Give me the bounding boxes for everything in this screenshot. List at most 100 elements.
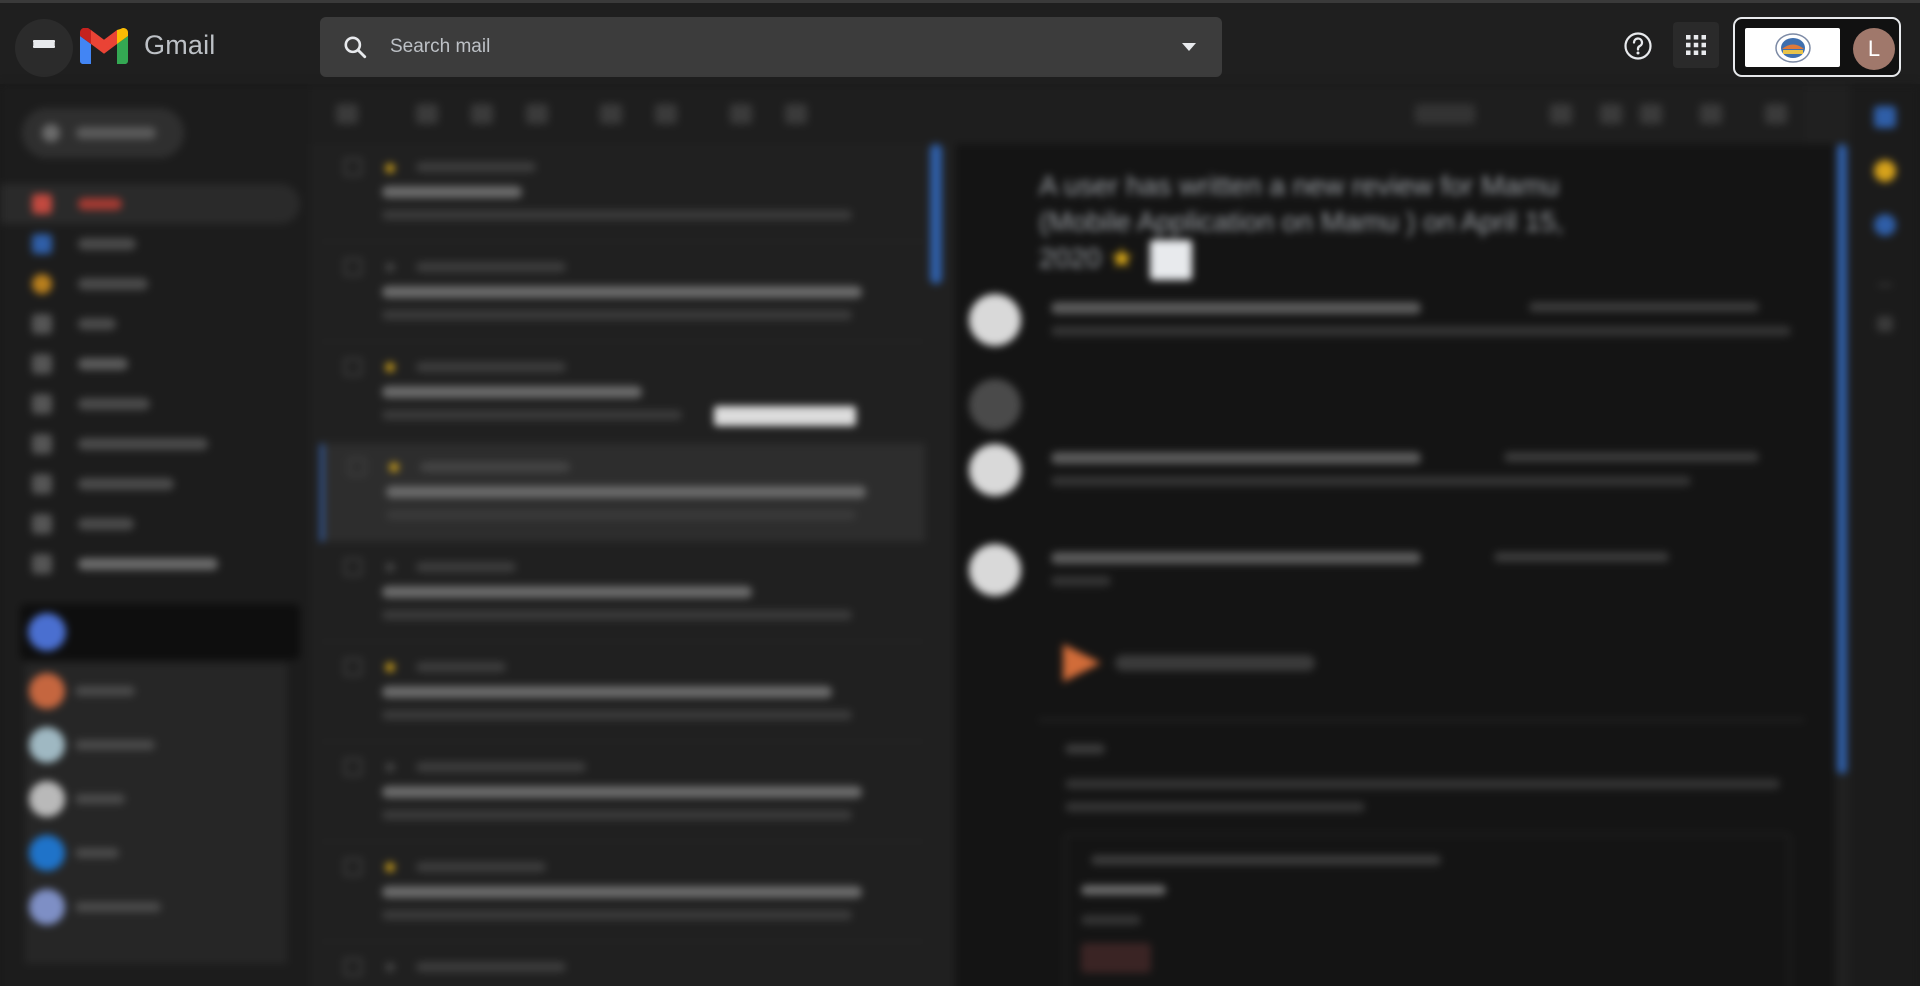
row-checkbox[interactable] (344, 858, 362, 876)
row-checkbox[interactable] (344, 558, 362, 576)
mail-snippet (382, 810, 852, 820)
compose-button[interactable] (22, 108, 184, 158)
thread-message-expanded[interactable] (969, 544, 1819, 614)
tasks-icon[interactable] (1874, 214, 1896, 236)
sidebar-item-starred[interactable] (0, 224, 300, 264)
mail-row[interactable]: ★ (320, 244, 925, 342)
star-icon[interactable]: ★ (382, 757, 398, 778)
row-checkbox[interactable] (344, 258, 362, 276)
gmail-logo-icon[interactable] (80, 28, 128, 64)
organization-logo (1745, 28, 1840, 67)
split-pane-icon[interactable] (1640, 104, 1662, 124)
recipient-line (1051, 576, 1111, 586)
sidebar-item-label-4[interactable] (0, 504, 300, 544)
keep-icon[interactable] (1874, 160, 1896, 182)
sidebar-item-label (78, 318, 116, 330)
thread-message[interactable] (969, 294, 1819, 364)
star-icon[interactable]: ★ (382, 158, 398, 179)
select-all-checkbox[interactable] (336, 104, 358, 124)
mail-row[interactable]: ★ (320, 744, 925, 842)
reply-button[interactable] (1081, 943, 1151, 973)
account-avatar[interactable]: L (1853, 28, 1895, 70)
chat-status-header[interactable] (20, 604, 300, 660)
app-name[interactable]: Gmail (144, 30, 216, 61)
sidebar-item-label (78, 558, 218, 570)
search-icon[interactable] (342, 34, 368, 60)
sidebar-item-snoozed[interactable] (0, 264, 300, 304)
reading-pane-scrollbar[interactable] (1837, 144, 1847, 774)
chat-contact[interactable] (25, 718, 287, 772)
inbox-label-badge[interactable] (1149, 240, 1192, 280)
star-icon[interactable]: ★ (382, 557, 398, 578)
search-input[interactable] (390, 27, 1150, 67)
chat-contact[interactable] (25, 772, 287, 826)
mail-list-scrollbar[interactable] (930, 144, 942, 284)
archive-icon[interactable] (416, 104, 438, 124)
mail-row-selected[interactable]: ★ (320, 444, 925, 542)
row-checkbox[interactable] (344, 358, 362, 376)
delete-icon[interactable] (526, 104, 548, 124)
account-switcher[interactable]: L (1733, 17, 1901, 77)
row-checkbox[interactable] (348, 458, 366, 476)
chat-contact[interactable] (25, 880, 287, 934)
mail-subject (382, 786, 862, 798)
star-icon[interactable]: ★ (382, 957, 398, 978)
message-time (1494, 552, 1669, 562)
sidebar-item-sent[interactable] (0, 304, 300, 344)
row-checkbox[interactable] (344, 658, 362, 676)
sidebar-item-label-3[interactable] (0, 464, 300, 504)
chat-contact[interactable] (25, 664, 287, 718)
sidebar-item-drafts[interactable] (0, 344, 300, 384)
previous-page-icon[interactable] (1550, 104, 1572, 124)
star-icon[interactable]: ★ (386, 457, 402, 478)
snooze-icon[interactable] (655, 104, 677, 124)
mail-row[interactable]: ★ (320, 544, 925, 642)
mail-row[interactable]: ★ (320, 644, 925, 742)
attachment-chip[interactable] (714, 406, 856, 426)
review-box (1065, 834, 1790, 995)
next-page-icon[interactable] (1600, 104, 1622, 124)
mail-snippet (382, 910, 852, 920)
sidebar-item-label-2[interactable] (0, 424, 300, 464)
main-menu-button[interactable] (15, 19, 73, 77)
sidebar-item-label-1[interactable] (0, 384, 300, 424)
message-sender (1051, 452, 1421, 464)
settings-icon[interactable] (1765, 104, 1787, 124)
sidebar-item-label (78, 478, 174, 490)
star-icon[interactable]: ★ (382, 357, 398, 378)
star-icon[interactable]: ★ (382, 257, 398, 278)
report-spam-icon[interactable] (471, 104, 493, 124)
calendar-icon[interactable] (1874, 106, 1896, 128)
mail-row[interactable]: ★ (320, 144, 925, 242)
thread-message[interactable] (969, 444, 1819, 514)
sidebar-item-inbox[interactable] (0, 184, 300, 224)
chat-contact-list (25, 664, 287, 964)
search-options-button[interactable] (1178, 36, 1200, 58)
row-checkbox[interactable] (344, 758, 362, 776)
row-checkbox[interactable] (344, 158, 362, 176)
mark-unread-icon[interactable] (600, 104, 622, 124)
organization-emblem-icon (1774, 32, 1811, 63)
move-to-icon[interactable] (730, 104, 752, 124)
google-apps-button[interactable] (1673, 22, 1719, 68)
greeting-line (1065, 744, 1105, 754)
mail-row[interactable]: ★ (320, 344, 925, 442)
mail-row[interactable]: ★ (320, 844, 925, 942)
collapsed-messages[interactable] (969, 379, 1819, 449)
avatar (29, 835, 65, 871)
draft-icon (32, 354, 52, 374)
star-icon[interactable]: ★ (382, 657, 398, 678)
sidebar (0, 84, 310, 995)
star-icon[interactable]: ★ (382, 857, 398, 878)
add-addon-icon[interactable] (1877, 316, 1893, 332)
label-icon[interactable] (785, 104, 807, 124)
compose-label-placeholder (76, 127, 156, 139)
sidebar-item-label-5[interactable] (0, 544, 300, 584)
help-icon[interactable] (1622, 30, 1654, 62)
input-tools-icon[interactable] (1700, 104, 1722, 124)
star-icon[interactable]: ★ (1109, 242, 1134, 273)
chat-contact[interactable] (25, 826, 287, 880)
mail-sender (416, 762, 586, 772)
row-checkbox[interactable] (344, 958, 362, 976)
message-sender (1051, 302, 1421, 314)
